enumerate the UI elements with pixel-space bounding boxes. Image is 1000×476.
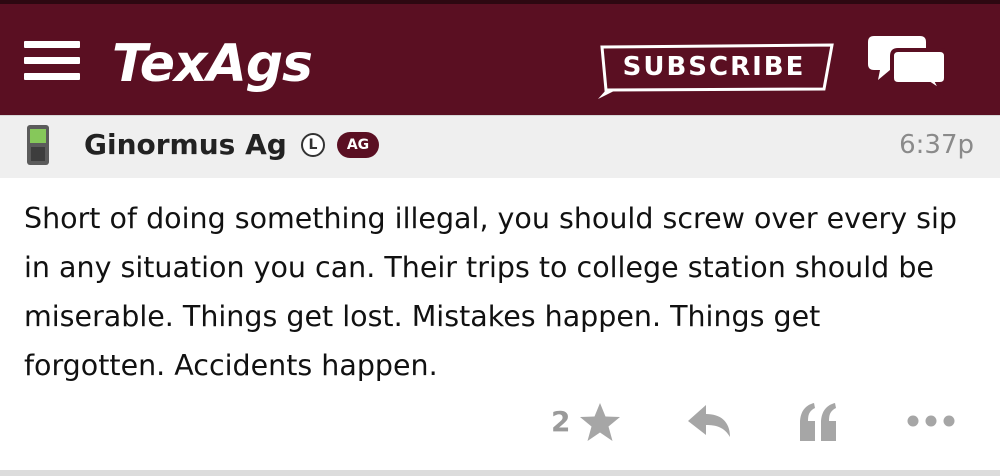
more-dots-icon[interactable] [906, 413, 956, 432]
star-icon[interactable] [578, 401, 622, 447]
site-logo[interactable]: TexAgs [112, 34, 313, 94]
post-author-username[interactable]: Ginormus Ag [84, 126, 287, 164]
subscribe-label: SUBSCRIBE [622, 52, 806, 82]
chat-bubbles-icon[interactable] [868, 34, 948, 98]
star-count: 2 [551, 405, 571, 438]
post-body-text: Short of doing something illegal, you sh… [24, 202, 958, 382]
lifetime-member-badge: L [301, 133, 325, 157]
post-divider [0, 470, 1000, 476]
post-header: Ginormus Ag L AG 6:37p [0, 115, 1000, 178]
quote-icon[interactable] [796, 401, 840, 447]
mobile-phone-icon [26, 124, 52, 172]
subscribe-button[interactable]: SUBSCRIBE [596, 43, 834, 101]
top-navigation-bar: TexAgs SUBSCRIBE [0, 0, 1000, 115]
ag-badge: AG [337, 132, 379, 158]
post-timestamp: 6:37p [899, 130, 974, 160]
reply-icon[interactable] [686, 403, 732, 443]
post-actions: 2 [0, 395, 1000, 451]
hamburger-menu-icon[interactable] [24, 41, 80, 81]
